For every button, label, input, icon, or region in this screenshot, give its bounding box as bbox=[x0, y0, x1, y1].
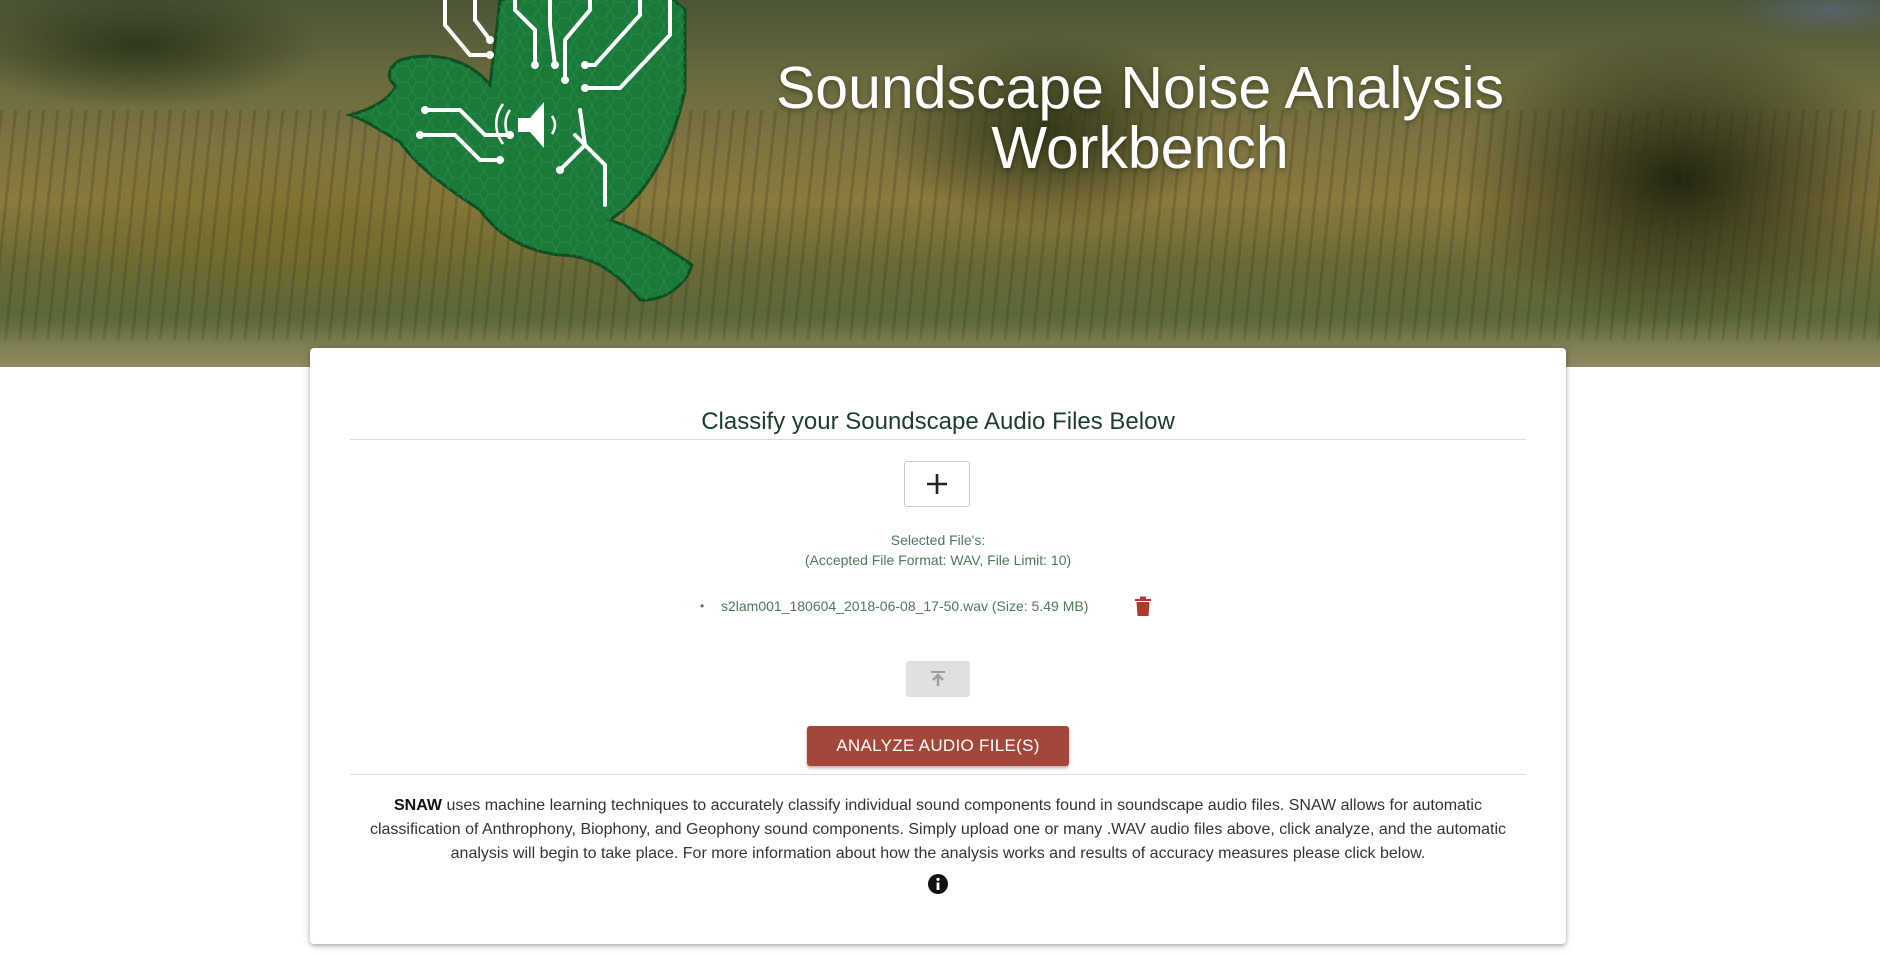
accepted-format-note: (Accepted File Format: WAV, File Limit: … bbox=[804, 552, 1072, 568]
snaw-abbreviation: SNAW bbox=[394, 797, 442, 814]
page-title: Soundscape Noise Analysis Workbench bbox=[720, 58, 1560, 178]
description-text: SNAW uses machine learning techniques to… bbox=[350, 794, 1526, 866]
title-line-1: Soundscape Noise Analysis bbox=[775, 55, 1505, 121]
bird-circuit-logo-icon bbox=[344, 0, 694, 302]
description-body: uses machine learning techniques to accu… bbox=[369, 797, 1507, 862]
add-file-button[interactable] bbox=[904, 461, 970, 507]
classifier-card: Classify your Soundscape Audio Files Bel… bbox=[310, 348, 1566, 944]
file-name: s2lam001_180604_2018-06-08_17-50.wav (Si… bbox=[721, 598, 1089, 614]
selected-files-label: Selected File's: (Accepted File Format: … bbox=[310, 530, 1566, 570]
title-line-2: Workbench bbox=[991, 115, 1289, 181]
info-icon[interactable] bbox=[927, 873, 949, 895]
upload-button[interactable] bbox=[906, 661, 970, 697]
divider bbox=[350, 439, 1526, 440]
list-bullet: • bbox=[700, 599, 705, 613]
selected-files-title: Selected File's: bbox=[890, 532, 986, 548]
plus-icon bbox=[927, 474, 947, 494]
analyze-button[interactable]: ANALYZE AUDIO FILE(S) bbox=[807, 726, 1069, 766]
trash-icon[interactable] bbox=[1134, 595, 1152, 617]
section-heading: Classify your Soundscape Audio Files Bel… bbox=[701, 408, 1175, 435]
sky-patch bbox=[1650, 0, 1880, 60]
divider bbox=[350, 774, 1526, 775]
upload-icon bbox=[931, 671, 945, 686]
hero-banner: Soundscape Noise Analysis Workbench bbox=[0, 0, 1880, 367]
list-item: • s2lam001_180604_2018-06-08_17-50.wav (… bbox=[700, 593, 1260, 619]
